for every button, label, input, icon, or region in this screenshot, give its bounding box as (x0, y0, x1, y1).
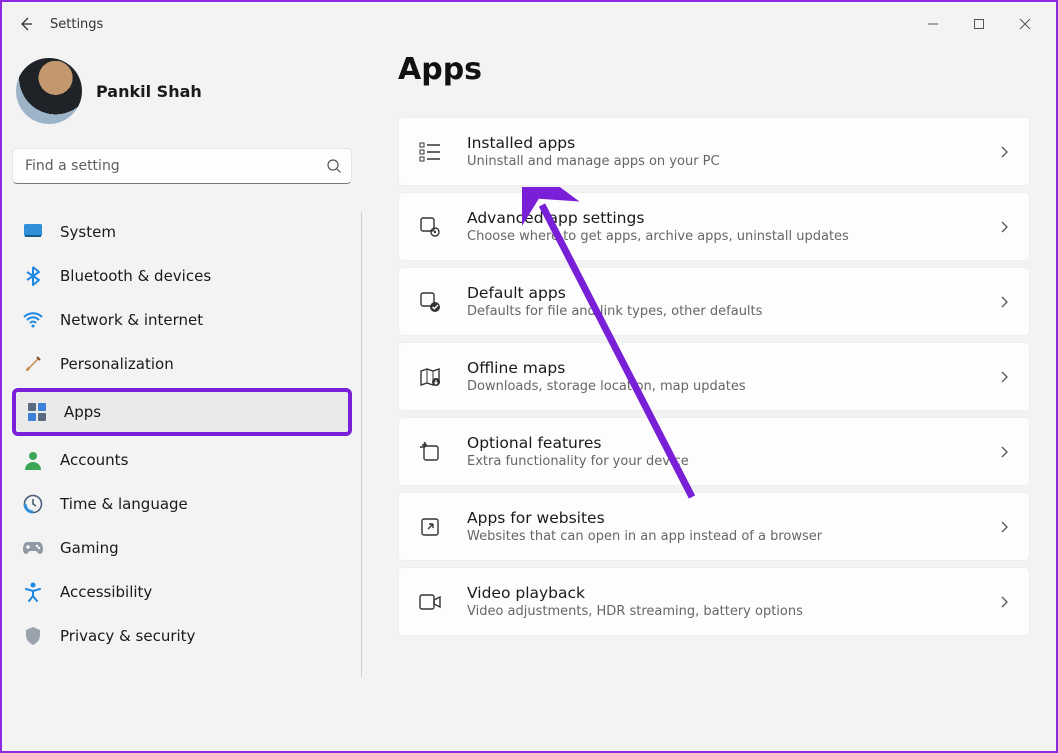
sidebar-item-label: Bluetooth & devices (60, 267, 211, 285)
card-title: Optional features (467, 434, 973, 452)
card-title: Offline maps (467, 359, 973, 377)
user-name: Pankil Shah (96, 82, 202, 101)
search-wrap (12, 148, 352, 184)
card-subtitle: Uninstall and manage apps on your PC (467, 154, 973, 169)
page-title: Apps (398, 52, 1030, 87)
sidebar-item-personalization[interactable]: Personalization (12, 344, 352, 384)
video-icon (417, 589, 443, 615)
chevron-right-icon (997, 145, 1011, 159)
sidebar-item-label: Accessibility (60, 583, 152, 601)
cards: Installed apps Uninstall and manage apps … (398, 117, 1030, 636)
card-subtitle: Defaults for file and link types, other … (467, 304, 973, 319)
card-subtitle: Websites that can open in an app instead… (467, 529, 973, 544)
chevron-right-icon (997, 520, 1011, 534)
chevron-right-icon (997, 595, 1011, 609)
gamepad-icon (22, 537, 44, 559)
display-icon (22, 221, 44, 243)
nav: System Bluetooth & devices Network & int… (12, 212, 352, 656)
chevron-right-icon (997, 445, 1011, 459)
search-input[interactable] (12, 148, 352, 184)
open-external-icon (417, 514, 443, 540)
card-video-playback[interactable]: Video playback Video adjustments, HDR str… (398, 567, 1030, 636)
chevron-right-icon (997, 220, 1011, 234)
card-apps-for-websites[interactable]: Apps for websites Websites that can open … (398, 492, 1030, 561)
chevron-right-icon (997, 370, 1011, 384)
sidebar-item-accessibility[interactable]: Accessibility (12, 572, 352, 612)
card-optional-features[interactable]: Optional features Extra functionality for… (398, 417, 1030, 486)
sidebar-item-apps[interactable]: Apps (16, 392, 348, 432)
titlebar: Settings (2, 2, 1056, 46)
sidebar-item-gaming[interactable]: Gaming (12, 528, 352, 568)
sidebar-item-label: Gaming (60, 539, 119, 557)
app-title: Settings (50, 17, 103, 32)
sidebar-item-bluetooth[interactable]: Bluetooth & devices (12, 256, 352, 296)
card-subtitle: Extra functionality for your device (467, 454, 973, 469)
card-title: Default apps (467, 284, 973, 302)
sidebar-item-time[interactable]: Time & language (12, 484, 352, 524)
sidebar-item-label: Privacy & security (60, 627, 195, 645)
sidebar-item-label: Network & internet (60, 311, 203, 329)
person-icon (22, 449, 44, 471)
chevron-right-icon (997, 295, 1011, 309)
highlight-box: Apps (12, 388, 352, 436)
back-button[interactable] (10, 8, 42, 40)
card-subtitle: Video adjustments, HDR streaming, batter… (467, 604, 973, 619)
card-title: Apps for websites (467, 509, 973, 527)
minimize-button[interactable] (910, 8, 956, 40)
map-icon (417, 364, 443, 390)
search-icon (326, 158, 342, 174)
sidebar: Pankil Shah System Bluetooth & devices N… (2, 46, 362, 751)
sidebar-item-privacy[interactable]: Privacy & security (12, 616, 352, 656)
sidebar-item-label: Time & language (60, 495, 188, 513)
card-title: Video playback (467, 584, 973, 602)
sidebar-item-system[interactable]: System (12, 212, 352, 252)
card-default-apps[interactable]: Default apps Defaults for file and link t… (398, 267, 1030, 336)
sidebar-item-label: Personalization (60, 355, 174, 373)
accessibility-icon (22, 581, 44, 603)
close-button[interactable] (1002, 8, 1048, 40)
sidebar-item-label: System (60, 223, 116, 241)
sidebar-item-label: Accounts (60, 451, 128, 469)
app-plus-icon (417, 439, 443, 465)
app-check-icon (417, 289, 443, 315)
maximize-button[interactable] (956, 8, 1002, 40)
card-advanced-app-settings[interactable]: Advanced app settings Choose where to get… (398, 192, 1030, 261)
sidebar-item-accounts[interactable]: Accounts (12, 440, 352, 480)
sidebar-item-label: Apps (64, 403, 101, 421)
card-offline-maps[interactable]: Offline maps Downloads, storage location,… (398, 342, 1030, 411)
card-subtitle: Choose where to get apps, archive apps, … (467, 229, 973, 244)
shield-icon (22, 625, 44, 647)
clock-icon (22, 493, 44, 515)
wifi-icon (22, 309, 44, 331)
bluetooth-icon (22, 265, 44, 287)
list-icon (417, 139, 443, 165)
apps-icon (26, 401, 48, 423)
content-pane: Apps Installed apps Uninstall and manage … (362, 46, 1056, 751)
card-subtitle: Downloads, storage location, map updates (467, 379, 973, 394)
paintbrush-icon (22, 353, 44, 375)
card-title: Installed apps (467, 134, 973, 152)
user-profile[interactable]: Pankil Shah (12, 46, 352, 148)
avatar (16, 58, 82, 124)
card-title: Advanced app settings (467, 209, 973, 227)
window-controls (910, 8, 1048, 40)
app-gear-icon (417, 214, 443, 240)
sidebar-item-network[interactable]: Network & internet (12, 300, 352, 340)
card-installed-apps[interactable]: Installed apps Uninstall and manage apps … (398, 117, 1030, 186)
